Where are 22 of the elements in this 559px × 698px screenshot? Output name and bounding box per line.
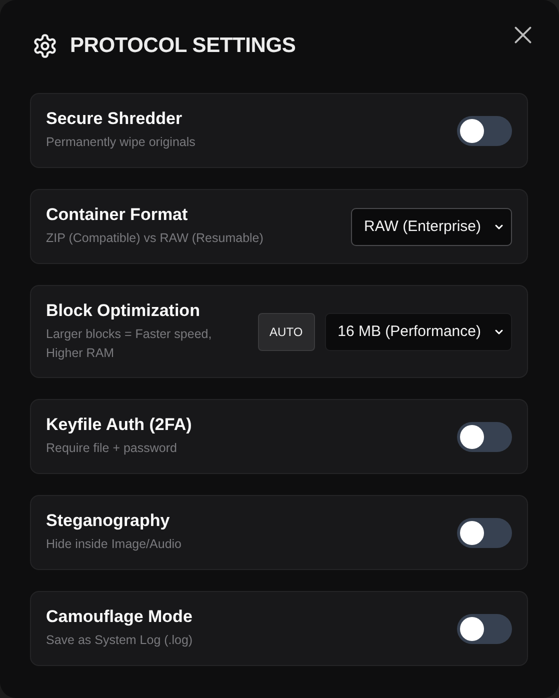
setting-name: Block Optimization bbox=[46, 300, 201, 320]
settings-icon bbox=[32, 33, 58, 59]
dialog-title: PROTOCOL SETTINGS bbox=[70, 34, 296, 58]
setting-description: Hide inside Image/Audio bbox=[46, 536, 182, 553]
setting-name: Keyfile Auth (2FA) bbox=[46, 415, 192, 435]
toggle-switch[interactable] bbox=[457, 422, 512, 452]
select-dropdown[interactable]: RAW (Enterprise) bbox=[351, 208, 512, 246]
toggle-switch[interactable] bbox=[457, 614, 512, 644]
toggle-switch[interactable] bbox=[457, 116, 512, 146]
setting-name: Camouflage Mode bbox=[46, 607, 193, 627]
setting-description: Save as System Log (.log) bbox=[46, 632, 193, 649]
auto-button[interactable]: AUTO bbox=[258, 312, 315, 350]
setting-description: Permanently wipe originals bbox=[46, 134, 196, 151]
setting-name: Secure Shredder bbox=[46, 109, 184, 129]
setting-description: ZIP (Compatible) vs RAW (Resumable) bbox=[46, 230, 264, 247]
setting-name: Steganography bbox=[46, 511, 171, 531]
select-dropdown[interactable]: 16 MB (Performance) bbox=[324, 312, 512, 350]
setting-description: Larger blocks = Faster speed, Higher RAM bbox=[46, 326, 213, 362]
setting-description: Require file + password bbox=[46, 440, 178, 457]
close-button[interactable] bbox=[512, 24, 534, 46]
toggle-switch[interactable] bbox=[457, 518, 512, 548]
setting-name: Container Format bbox=[46, 205, 189, 225]
